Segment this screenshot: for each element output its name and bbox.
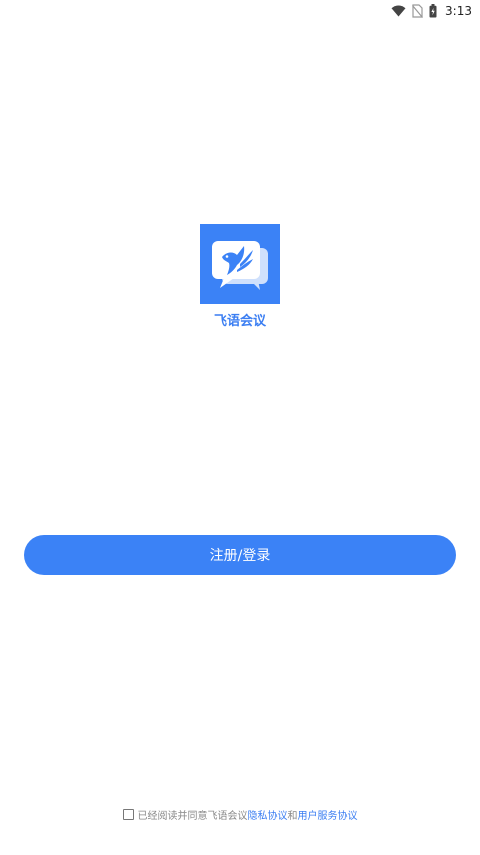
app-logo bbox=[200, 224, 280, 304]
status-icons: 3:13 bbox=[391, 3, 472, 19]
agreement-text: 已经阅读并同意飞语会议 bbox=[137, 810, 248, 822]
user-service-agreement-link[interactable]: 用户服务协议 bbox=[298, 807, 358, 822]
battery-icon bbox=[429, 4, 437, 18]
agreement-checkbox[interactable] bbox=[122, 808, 134, 820]
app-name: 飞语会议 bbox=[213, 314, 266, 329]
agreement-row: 已经阅读并同意飞语会议 隐私协议 和 用户服务协议 bbox=[0, 805, 480, 823]
agreement-conjunction: 和 bbox=[287, 810, 298, 822]
chat-bird-logo-icon bbox=[200, 224, 280, 304]
status-bar: 3:13 bbox=[0, 0, 480, 22]
register-login-button[interactable]: 注册/登录 bbox=[24, 535, 456, 575]
wifi-icon bbox=[391, 5, 406, 17]
privacy-policy-link[interactable]: 隐私协议 bbox=[248, 807, 288, 822]
no-sim-icon bbox=[412, 4, 424, 18]
status-time: 3:13 bbox=[445, 4, 472, 18]
